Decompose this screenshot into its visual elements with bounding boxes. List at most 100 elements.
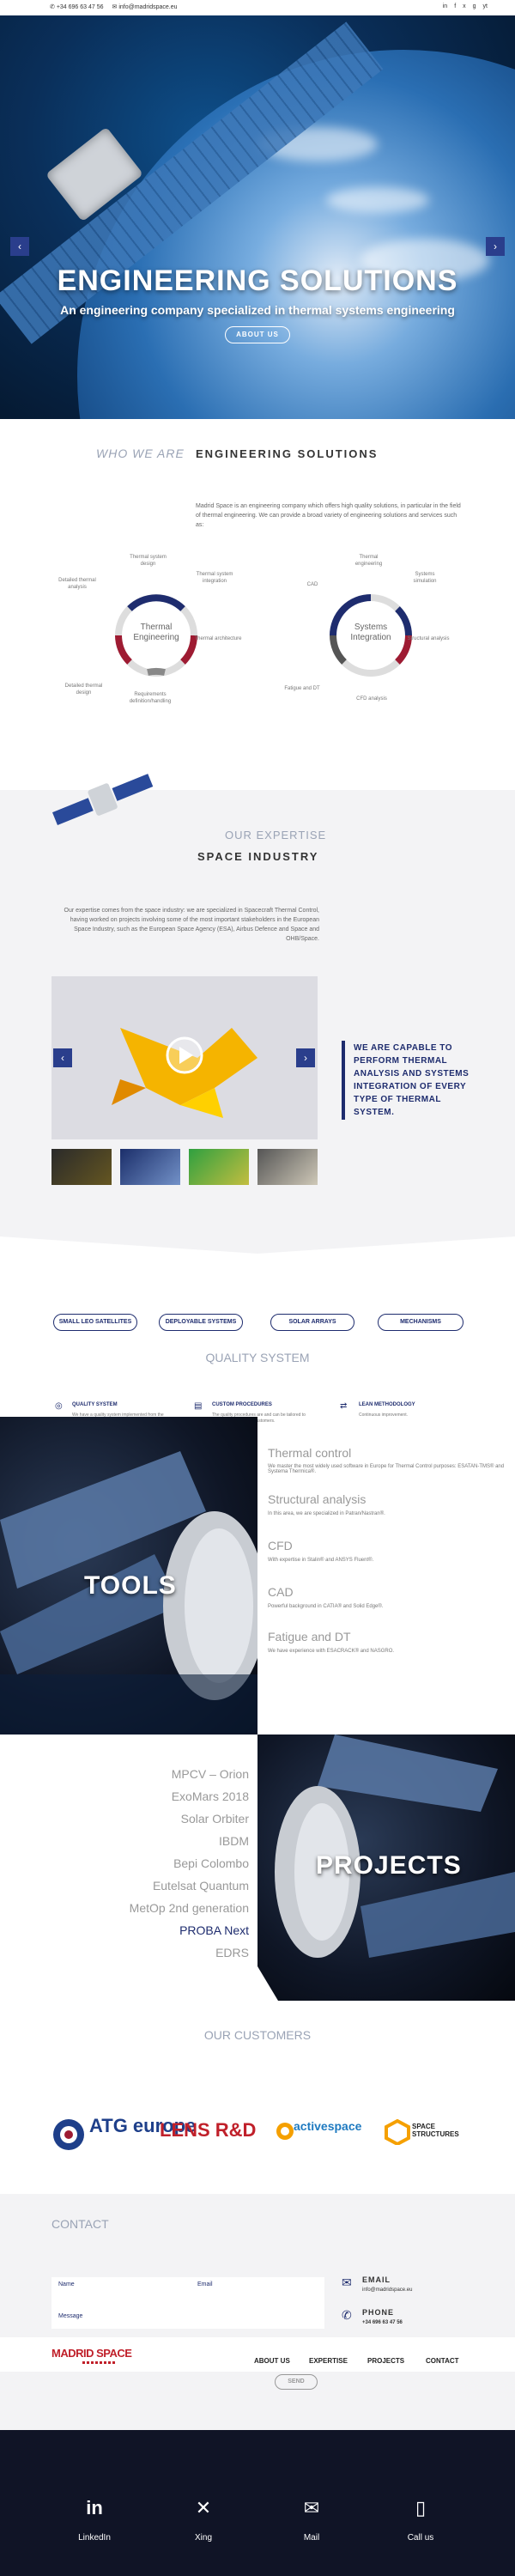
quality-item-title: LEAN METHODOLOGY [359,1402,415,1407]
projects-heading: PROJECTS [316,1851,462,1880]
hero-subtitle: An engineering company specialized in th… [60,303,455,317]
ring2-label: Fatigue and DT [284,686,320,691]
project-item[interactable]: Solar Orbiter [181,1812,249,1826]
cloud [326,187,429,213]
nav-contact[interactable]: CONTACT [426,2357,459,2365]
nav-about-us[interactable]: ABOUT US [254,2357,290,2365]
ring2-label: Thermal engineering [354,555,383,567]
ring1-label: Requirements definition/handling [129,692,172,704]
quality-item-title: CUSTOM PROCEDURES [212,1402,272,1407]
video-prev-button[interactable]: ‹ [53,1048,72,1067]
phone-value[interactable]: +34 696 63 47 56 [362,2320,403,2325]
project-item[interactable]: Bepi Colombo [173,1856,249,1870]
youtube-icon[interactable]: yt [483,3,488,9]
thermal-model-image [112,1028,258,1118]
linkedin-icon[interactable]: in [69,2497,120,2519]
email-value[interactable]: info@madridspace.eu [362,2287,412,2293]
ring2-label: CAD [306,582,318,587]
call-us-label[interactable]: Call us [395,2533,446,2543]
quality-icon: ◎ [55,1401,63,1411]
email-field[interactable]: Email [197,2281,213,2287]
expertise-text: Our expertise comes from the space indus… [64,908,320,942]
project-item[interactable]: ExoMars 2018 [172,1789,249,1803]
expertise-label: OUR EXPERTISE [225,829,327,841]
ring1-label: Thermal system design [130,555,167,567]
quality-title: QUALITY SYSTEM [205,1351,310,1364]
top-bar: ✆ +34 696 63 47 56 ✉ info@madridspace.eu… [0,0,515,15]
mail-label[interactable]: Mail [286,2533,337,2543]
video-next-button[interactable]: › [296,1048,315,1067]
who-text: Madrid Space is an engineering company w… [196,503,461,528]
ring2-label: Structural analysis [407,636,450,641]
space-structures-logo-text: SPACE STRUCTURES [412,2123,459,2138]
solar-arrays-button[interactable]: SOLAR ARRAYS [270,1314,354,1331]
xing-icon[interactable]: ✕ [178,2497,229,2519]
section-divider [258,1966,283,2009]
contact-form [52,2277,324,2329]
callout-bar [342,1041,345,1120]
ring1-label: Detailed thermal analysis [58,578,96,590]
deployable-systems-button[interactable]: DEPLOYABLE SYSTEMS [159,1314,243,1331]
name-field[interactable]: Name [58,2281,75,2287]
facebook-icon[interactable]: f [454,3,456,9]
hero-title: ENGINEERING SOLUTIONS [57,264,458,297]
tool-title: CAD [268,1585,294,1599]
mail-icon[interactable]: ✉ [286,2497,337,2519]
phone-icon[interactable]: ▯ [395,2497,446,2519]
x-icon[interactable]: x [463,3,466,9]
expertise-title: SPACE INDUSTRY [197,850,319,863]
project-item[interactable]: EDRS [215,1946,249,1959]
phone-link[interactable]: ✆ +34 696 63 47 56 [50,3,104,10]
tool-text: We have experience with ESACRACK® and NA… [268,1649,395,1654]
email-text: info@madridspace.eu [118,4,178,10]
project-item[interactable]: IBDM [219,1834,249,1848]
send-button[interactable]: SEND [275,2374,318,2390]
email-label: EMAIL [362,2275,391,2284]
video-player[interactable] [52,976,318,1139]
message-field[interactable]: Message [58,2313,82,2319]
logo-dots [82,2361,117,2364]
who-title: ENGINEERING SOLUTIONS [196,447,379,460]
section-divider [0,1185,515,1254]
tool-text: In this area, we are specialized in Patr… [268,1511,385,1516]
activespace-logo-text: activespace [294,2119,362,2133]
tool-title: Thermal control [268,1446,352,1460]
tool-text: Powerful background in CATIA® and Solid … [268,1604,384,1609]
customers-title: OUR CUSTOMERS [203,2028,312,2042]
xing-label[interactable]: Xing [178,2533,229,2543]
mechanisms-button[interactable]: MECHANISMS [378,1314,464,1331]
contact-title: CONTACT [52,2217,109,2231]
project-item[interactable]: MPCV – Orion [172,1767,249,1781]
phone-text: +34 696 63 47 56 [56,4,104,10]
google-icon[interactable]: g [473,3,476,9]
ring1-label: Detailed thermal design [64,683,103,696]
linkedin-label[interactable]: LinkedIn [69,2533,120,2543]
tool-text: With expertise in Stalin® and ANSYS Flue… [268,1558,374,1563]
project-item-active[interactable]: PROBA Next [179,1923,249,1937]
slider-prev-button[interactable]: ‹ [10,237,29,256]
email-link[interactable]: ✉ info@madridspace.eu [112,3,178,10]
nav-expertise[interactable]: EXPERTISE [309,2357,348,2365]
project-item[interactable]: Eutelsat Quantum [153,1879,249,1893]
cycle-icon: ⇄ [340,1401,348,1411]
hero-slider: ‹ › ENGINEERING SOLUTIONS An engineering… [0,15,515,419]
document-icon: ▤ [194,1401,203,1411]
nav-projects[interactable]: PROJECTS [367,2357,404,2365]
madrid-space-logo[interactable]: MADRID SPACE [52,2347,132,2360]
phone-icon: ✆ [342,2308,352,2322]
small-leo-satellites-button[interactable]: SMALL LEO SATELLITES [53,1314,137,1331]
linkedin-icon[interactable]: in [443,3,447,9]
slider-next-button[interactable]: › [486,237,505,256]
tool-title: Structural analysis [268,1492,367,1506]
space-structures-logo [385,2118,410,2149]
tools-heading: TOOLS [84,1571,177,1600]
project-item[interactable]: MetOp 2nd generation [130,1901,249,1915]
tool-text: We master the most widely used software … [268,1464,505,1474]
ring1-label: Thermal system integration [196,572,233,584]
phone-label: PHONE [362,2308,395,2317]
about-us-button[interactable]: ABOUT US [225,326,290,343]
callout-text: WE ARE CAPABLE TO PERFORM THERMAL ANALYS… [354,1043,470,1117]
ring1-label: Thermal architecture [194,636,242,641]
mail-icon: ✉ [342,2275,352,2289]
quality-item-title: QUALITY SYSTEM [72,1402,118,1407]
